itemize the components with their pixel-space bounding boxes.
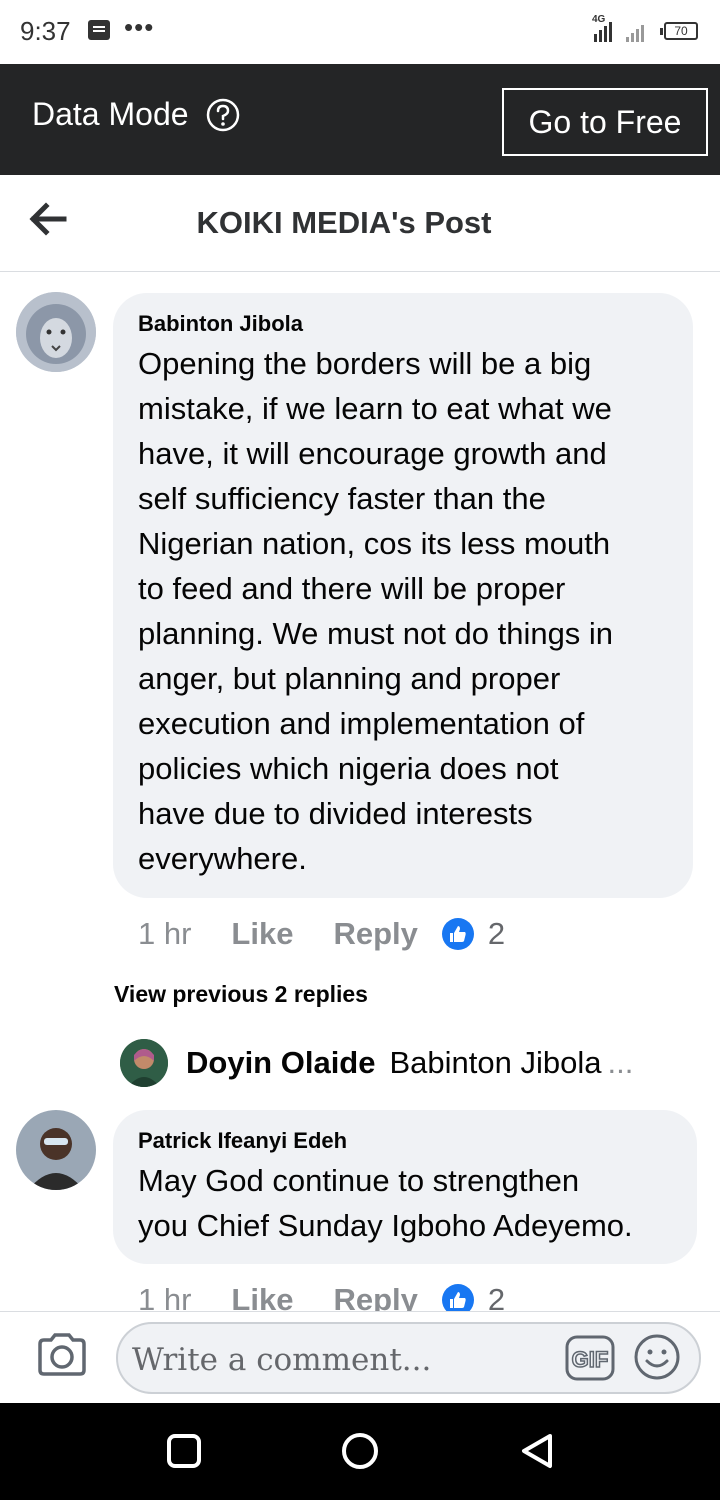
recent-apps-icon[interactable] bbox=[166, 1433, 202, 1469]
comment-input[interactable]: Write a comment... GIF bbox=[116, 1322, 701, 1394]
signal-strength-icon bbox=[594, 20, 612, 42]
like-button[interactable]: Like bbox=[231, 916, 293, 952]
comment-meta: 1 hr Like Reply 2 bbox=[138, 912, 505, 956]
comment-line: to feed and there will be proper bbox=[138, 571, 566, 606]
comment-line: mistake, if we learn to eat what we bbox=[138, 391, 612, 426]
comment-line: Nigerian nation, cos its less mouth bbox=[138, 526, 611, 561]
comment-line: have due to divided interests bbox=[138, 796, 533, 831]
comment-line: everywhere. bbox=[138, 841, 307, 876]
reaction-count: 2 bbox=[487, 916, 506, 951]
post-header: KOIKI MEDIA's Post bbox=[0, 175, 720, 272]
emoji-icon[interactable] bbox=[632, 1332, 682, 1382]
reply-author[interactable]: Doyin Olaide bbox=[186, 1045, 375, 1081]
comment-composer: Write a comment... GIF bbox=[0, 1311, 720, 1403]
avatar[interactable] bbox=[16, 292, 96, 372]
more-notifications-icon: ••• bbox=[124, 12, 155, 42]
view-previous-replies-link[interactable]: View previous 2 replies bbox=[114, 981, 368, 1008]
data-mode-bar: Data Mode Go to Free bbox=[0, 64, 720, 175]
comment-line: self sufficiency faster than the bbox=[138, 481, 546, 516]
avatar[interactable] bbox=[16, 1110, 96, 1190]
comment-placeholder: Write a comment... bbox=[132, 1342, 432, 1378]
comment-bubble: Babinton Jibola Opening the borders will… bbox=[113, 293, 693, 898]
comment-line: May God continue to strengthen bbox=[138, 1163, 580, 1198]
data-mode-label: Data Mode bbox=[32, 96, 189, 132]
avatar[interactable] bbox=[120, 1039, 168, 1087]
comment-line: planning. We must not do things in bbox=[138, 616, 614, 651]
gif-label: GIF bbox=[572, 1347, 609, 1372]
reply-button[interactable]: Reply bbox=[333, 916, 417, 952]
reply-preview-text: Babinton Jibola bbox=[389, 1045, 602, 1080]
back-nav-icon[interactable] bbox=[518, 1431, 558, 1471]
battery-icon: 70 bbox=[660, 22, 698, 40]
home-icon[interactable] bbox=[340, 1431, 380, 1471]
comment-author[interactable]: Patrick Ifeanyi Edeh bbox=[138, 1128, 673, 1154]
comment-line: Opening the borders will be a big bbox=[138, 346, 592, 381]
camera-icon[interactable] bbox=[36, 1332, 88, 1378]
gif-icon[interactable]: GIF bbox=[564, 1334, 616, 1382]
person-avatar-icon bbox=[120, 1039, 168, 1087]
status-time: 9:37 bbox=[20, 16, 71, 46]
reply-preview-row[interactable]: Doyin Olaide Babinton Jibola ... bbox=[120, 1038, 633, 1088]
comment-bubble: Patrick Ifeanyi Edeh May God continue to… bbox=[113, 1110, 697, 1264]
reply-ellipsis: ... bbox=[607, 1045, 634, 1080]
thumbs-up-icon[interactable] bbox=[441, 918, 474, 950]
screen: 9:37 ••• 4G 70 Data Mode Go to Free KOIK… bbox=[0, 0, 720, 1500]
comment-author[interactable]: Babinton Jibola bbox=[138, 311, 669, 337]
lion-avatar-icon bbox=[16, 292, 96, 372]
go-to-free-button[interactable]: Go to Free bbox=[502, 88, 708, 156]
comment-line: anger, but planning and proper bbox=[138, 661, 561, 696]
comment-time: 1 hr bbox=[138, 916, 192, 951]
status-bar: 9:37 ••• 4G 70 bbox=[0, 0, 720, 64]
notification-icon bbox=[88, 20, 110, 40]
person-avatar-icon bbox=[16, 1110, 96, 1190]
comment-line: policies which nigeria does not bbox=[138, 751, 559, 786]
system-nav-bar bbox=[0, 1403, 720, 1500]
comment-line: have, it will encourage growth and bbox=[138, 436, 607, 471]
comment-line: you Chief Sunday Igboho Adeyemo. bbox=[138, 1208, 633, 1243]
signal-strength-2-icon bbox=[626, 20, 644, 42]
comment-line: execution and implementation of bbox=[138, 706, 585, 741]
page-title: KOIKI MEDIA's Post bbox=[196, 205, 492, 240]
help-icon[interactable] bbox=[206, 98, 240, 132]
